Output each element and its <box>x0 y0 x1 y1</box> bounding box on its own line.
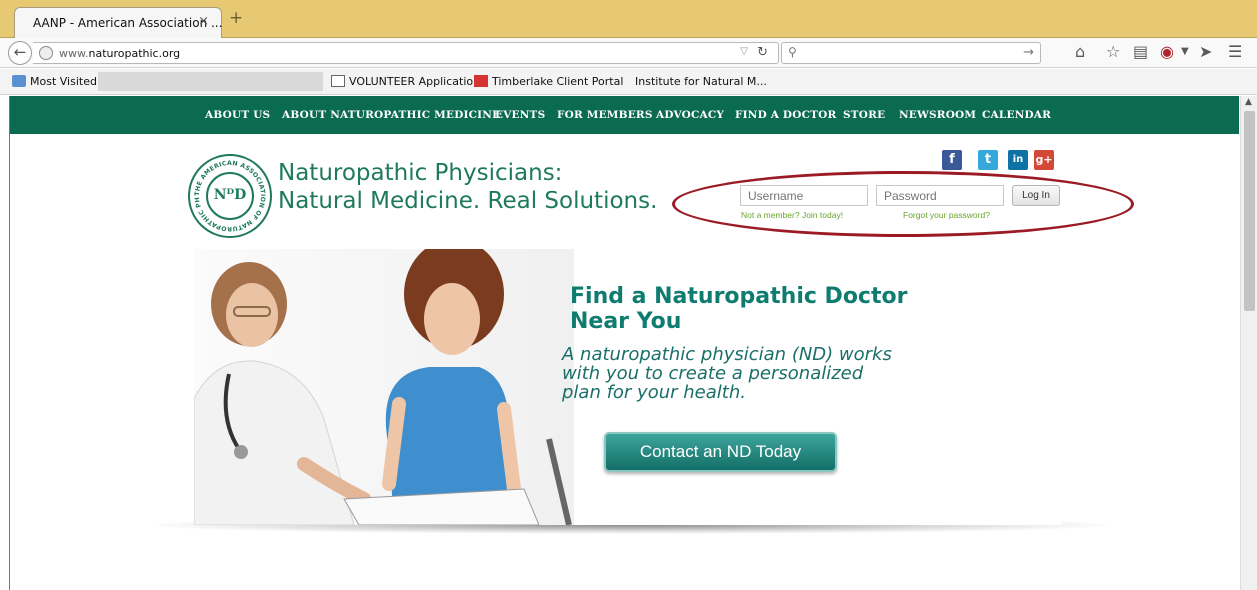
hero-photo <box>194 249 574 525</box>
vertical-scrollbar[interactable]: ▲ <box>1240 96 1257 590</box>
linkedin-icon[interactable]: in <box>1008 150 1028 170</box>
extension-dropdown-icon[interactable]: ▼ <box>1181 43 1189 61</box>
googleplus-icon[interactable]: g+ <box>1034 150 1054 170</box>
aanp-logo-seal[interactable]: THE AMERICAN ASSOCIATION OF NATUROPATHIC… <box>188 154 272 238</box>
bookmark-volunteer-label: VOLUNTEER Application <box>349 75 481 88</box>
bookmark-redacted[interactable] <box>98 72 323 91</box>
contact-nd-button[interactable]: Contact an ND Today <box>604 432 837 472</box>
nav-about-us[interactable]: ABOUT US <box>205 109 270 121</box>
facebook-icon[interactable]: f <box>942 150 962 170</box>
nav-find-a-doctor[interactable]: FIND A DOCTOR <box>735 109 836 121</box>
bookmark-timberlake-label: Timberlake Client Portal <box>492 75 624 88</box>
hero-body-line1: A naturopathic physician (ND) works <box>562 344 892 365</box>
password-input[interactable] <box>876 185 1004 206</box>
url-host: naturopathic.org <box>88 47 181 60</box>
reading-list-icon[interactable]: ▤ <box>1133 43 1148 61</box>
url-dropdown-icon[interactable]: ▽ <box>740 46 748 57</box>
twitter-icon[interactable]: t <box>978 150 998 170</box>
tab-title: AANP - American Association ... <box>33 16 223 30</box>
hero-title-line2: Near You <box>570 309 682 334</box>
hero-body-line2: with you to create a personalized <box>562 363 864 384</box>
nav-advocacy[interactable]: ADVOCACY <box>656 109 724 121</box>
close-tab-icon[interactable]: × <box>198 14 209 29</box>
logo-nd-letters: NᴰD <box>213 187 247 203</box>
browser-tab-active[interactable]: AANP - American Association ... × <box>14 7 222 38</box>
hero-banner: Find a Naturopathic Doctor Near You A na… <box>194 249 1061 525</box>
scroll-up-arrow-icon[interactable]: ▲ <box>1245 97 1252 107</box>
doctor-patient-illustration <box>194 249 572 525</box>
bookmark-institute-label: Institute for Natural M... <box>635 75 767 88</box>
search-icon: ⚲ <box>788 45 797 59</box>
search-bar[interactable]: ⚲ → <box>781 42 1041 64</box>
back-arrow-icon[interactable]: ← <box>8 41 32 65</box>
new-tab-icon[interactable]: + <box>229 10 243 27</box>
bookmark-star-icon[interactable]: ☆ <box>1106 43 1120 61</box>
url-text[interactable]: www.naturopathic.org <box>59 47 180 60</box>
menu-hamburger-icon[interactable]: ☰ <box>1228 43 1242 61</box>
timberlake-icon <box>474 75 488 87</box>
tagline-line1: Naturopathic Physicians: <box>278 160 563 186</box>
bookmark-most-visited[interactable]: Most Visited <box>12 75 97 88</box>
nav-store[interactable]: STORE <box>843 109 885 121</box>
bookmarks-toolbar: Most Visited VOLUNTEER Application Timbe… <box>0 69 1257 95</box>
nav-about-naturopathic-medicine[interactable]: ABOUT NATUROPATHIC MEDICINE <box>282 109 500 121</box>
send-tab-icon[interactable]: ➤ <box>1199 43 1212 61</box>
site-navigation: ABOUT US ABOUT NATUROPATHIC MEDICINE EVE… <box>10 96 1239 134</box>
globe-icon <box>39 46 53 60</box>
tagline: Naturopathic Physicians: Natural Medicin… <box>278 159 657 215</box>
forgot-password-link[interactable]: Forgot your password? <box>903 210 990 220</box>
search-go-arrow-icon[interactable]: → <box>1023 45 1034 60</box>
hero-description: A naturopathic physician (ND) works with… <box>562 345 892 402</box>
navigation-toolbar: ← www.naturopathic.org ▽ ↻ ⚲ → <box>0 38 1257 68</box>
hero-title-line1: Find a Naturopathic Doctor <box>570 284 908 309</box>
reload-icon[interactable]: ↻ <box>757 45 768 60</box>
extension-icon[interactable]: ◉ <box>1160 43 1174 61</box>
hero-title: Find a Naturopathic Doctor Near You <box>570 284 907 334</box>
join-today-link[interactable]: Not a member? Join today! <box>741 210 843 220</box>
username-input[interactable] <box>740 185 868 206</box>
bookmark-volunteer[interactable]: VOLUNTEER Application <box>331 75 480 88</box>
url-bar[interactable]: www.naturopathic.org ▽ ↻ <box>33 42 779 64</box>
nav-newsroom[interactable]: NEWSROOM <box>899 109 976 121</box>
bookmark-timberlake[interactable]: Timberlake Client Portal <box>474 75 623 88</box>
nav-events[interactable]: EVENTS <box>495 109 545 121</box>
bookmark-institute[interactable]: Institute for Natural M... <box>635 75 767 88</box>
tagline-line2: Natural Medicine. Real Solutions. <box>278 188 658 214</box>
login-button[interactable]: Log In <box>1012 185 1060 206</box>
url-prefix: www. <box>59 47 89 60</box>
nav-for-members[interactable]: FOR MEMBERS <box>557 109 653 121</box>
scroll-thumb[interactable] <box>1244 111 1255 311</box>
page-viewport: ABOUT US ABOUT NATUROPATHIC MEDICINE EVE… <box>9 96 1239 590</box>
bookmark-most-visited-label: Most Visited <box>30 75 97 88</box>
home-icon[interactable]: ⌂ <box>1075 43 1085 61</box>
page-icon <box>331 75 345 87</box>
tab-strip: AANP - American Association ... × + <box>0 0 1257 38</box>
most-visited-icon <box>12 75 26 87</box>
nav-calendar[interactable]: CALENDAR <box>982 109 1051 121</box>
hero-body-line3: plan for your health. <box>562 382 746 403</box>
